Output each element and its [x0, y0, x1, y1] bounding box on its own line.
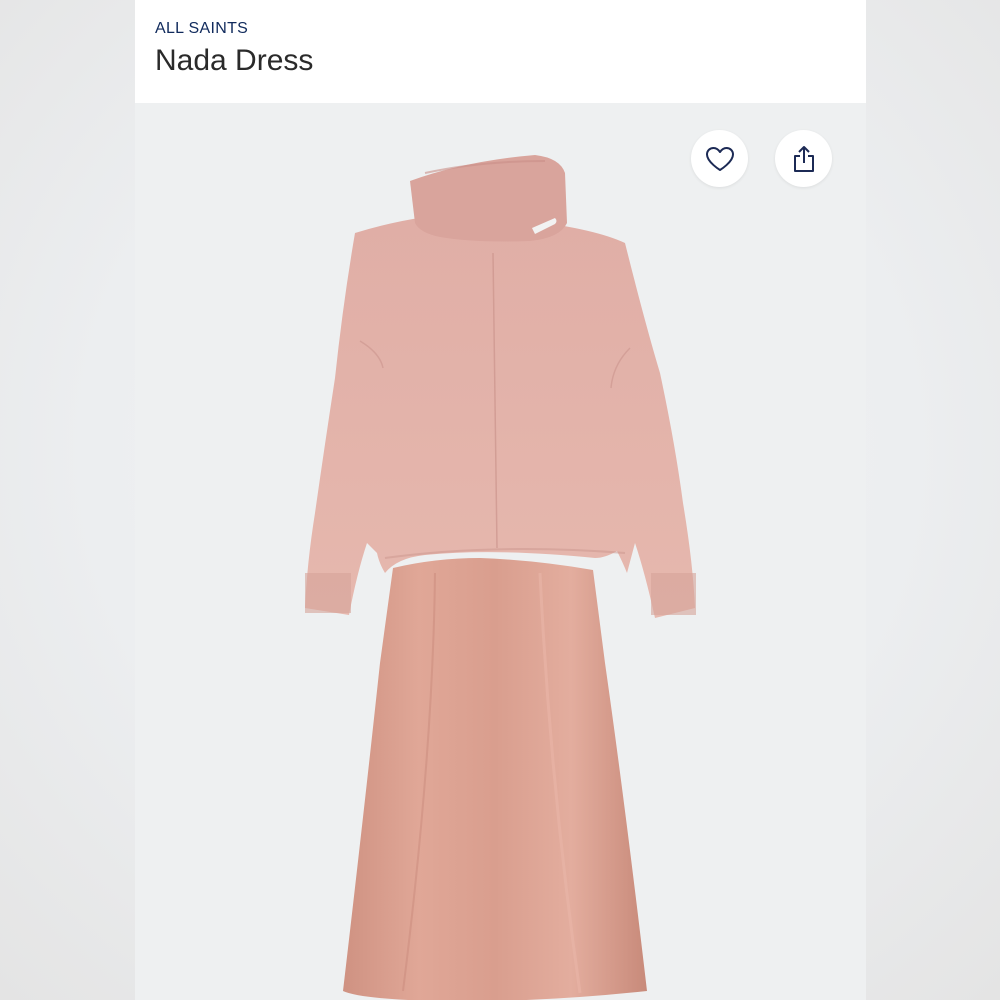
- share-icon: [793, 145, 814, 172]
- favorite-button[interactable]: [691, 130, 748, 187]
- product-image-area[interactable]: [135, 103, 866, 1000]
- product-card: ALL SAINTS Nada Dress: [135, 0, 866, 1000]
- share-button[interactable]: [775, 130, 832, 187]
- product-image[interactable]: [135, 103, 866, 1000]
- turtleneck-sweater: [305, 215, 695, 618]
- heart-icon: [705, 146, 734, 171]
- page: ALL SAINTS Nada Dress: [0, 0, 1000, 1000]
- product-header: ALL SAINTS Nada Dress: [135, 0, 866, 103]
- brand-name[interactable]: ALL SAINTS: [155, 20, 248, 38]
- slip-skirt: [343, 558, 647, 1000]
- product-title: Nada Dress: [155, 44, 314, 77]
